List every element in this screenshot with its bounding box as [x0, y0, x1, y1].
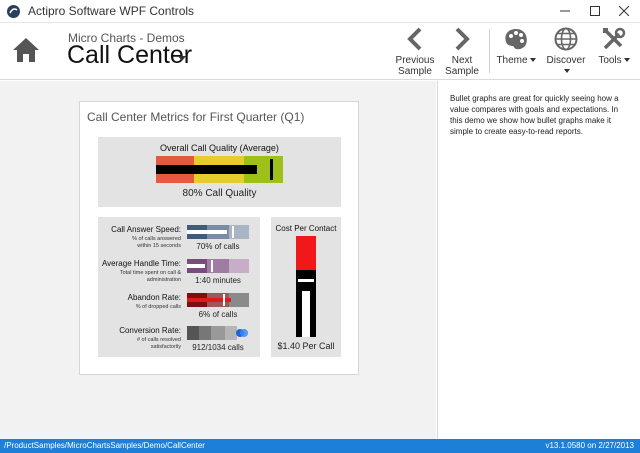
breadcrumb-dropdown-icon[interactable]: [178, 56, 186, 61]
handle-time-sub1: Total time spent on call &: [119, 270, 181, 276]
tools-label: Tools: [598, 55, 622, 66]
conversion-rate-sub2: satisfactorily: [150, 344, 181, 350]
abandon-rate-value: 6% of calls: [198, 310, 238, 319]
next-label-2: Sample: [445, 66, 479, 77]
status-version: v13.1.0580 on 2/27/2013: [545, 441, 634, 450]
handle-time-value: 1:40 minutes: [195, 276, 241, 285]
abandon-rate-sub1: % of dropped calls: [135, 304, 181, 310]
next-sample-button[interactable]: Next Sample: [443, 26, 481, 77]
abandon-rate-bullet-graph: [187, 293, 249, 307]
app-logo-icon: [7, 5, 20, 18]
arrow-right-icon: [455, 27, 470, 51]
call-answer-speed-label: Call Answer Speed:: [111, 225, 181, 234]
overall-quality-bullet-graph: [156, 156, 283, 183]
discover-button[interactable]: Discover: [543, 26, 589, 77]
window-title: Actipro Software WPF Controls: [28, 4, 195, 18]
cost-per-contact-bullet-graph: [296, 236, 316, 337]
discover-label: Discover: [546, 55, 586, 66]
close-icon: [619, 6, 629, 16]
previous-label-2: Sample: [398, 66, 432, 77]
home-icon: [13, 38, 39, 62]
conversion-rate-label-group: Conversion Rate: # of calls resolved sat…: [98, 326, 181, 356]
tools-dropdown-icon: [623, 58, 630, 63]
tools-icon: [603, 27, 626, 50]
overall-quality-panel: Overall Call Quality (Average) 80% Call …: [98, 137, 341, 207]
tools-button[interactable]: Tools: [594, 26, 634, 66]
conversion-rate-label: Conversion Rate:: [119, 326, 181, 335]
home-button[interactable]: [10, 35, 44, 67]
next-label-1: Next: [451, 55, 473, 66]
arrow-left-icon: [407, 27, 422, 51]
minimize-icon: [560, 10, 570, 12]
cost-per-contact-value: $1.40 Per Call: [277, 341, 335, 351]
handle-time-bullet-graph: [187, 259, 249, 273]
theme-label: Theme: [496, 55, 528, 66]
conversion-rate-sub1: # of calls resolved: [136, 337, 181, 343]
conversion-rate-bullet-graph: [187, 326, 248, 340]
abandon-rate-label-group: Abandon Rate: % of dropped calls: [98, 293, 181, 323]
status-path: /ProductSamples/MicroChartsSamples/Demo/…: [4, 441, 205, 450]
previous-label-1: Previous: [395, 55, 435, 66]
maximize-icon: [590, 6, 600, 16]
palette-icon: [505, 29, 527, 50]
call-answer-speed-bullet-graph: [187, 225, 249, 239]
close-button[interactable]: [609, 0, 639, 22]
overall-quality-title: Overall Call Quality (Average): [160, 143, 279, 153]
cost-per-contact-title: Cost Per Contact: [275, 224, 337, 233]
metrics-panel: Call Answer Speed: % of calls answered w…: [98, 217, 260, 357]
card-title: Call Center Metrics for First Quarter (Q…: [87, 110, 305, 124]
call-answer-speed-sub1: % of calls answered: [132, 236, 181, 242]
cost-per-contact-panel: Cost Per Contact $1.40 Per Call: [271, 217, 341, 357]
description-sidebar: Bullet graphs are great for quickly seei…: [437, 81, 640, 439]
theme-dropdown-icon: [529, 58, 536, 63]
handle-time-label-group: Average Handle Time: Total time spent on…: [98, 259, 181, 289]
globe-icon: [554, 27, 578, 51]
discover-dropdown-icon: [564, 69, 570, 74]
demo-description: Bullet graphs are great for quickly seei…: [450, 94, 619, 136]
call-answer-speed-sub2: within 15 seconds: [137, 243, 181, 249]
metrics-card: Call Center Metrics for First Quarter (Q…: [79, 101, 359, 375]
previous-sample-button[interactable]: Previous Sample: [395, 26, 435, 77]
abandon-rate-label: Abandon Rate:: [127, 293, 181, 302]
title-bar: Actipro Software WPF Controls: [0, 0, 640, 23]
theme-button[interactable]: Theme: [496, 26, 536, 66]
overall-quality-value: 80% Call Quality: [182, 188, 257, 199]
status-bar: /ProductSamples/MicroChartsSamples/Demo/…: [0, 439, 640, 453]
handle-time-label: Average Handle Time:: [101, 259, 181, 268]
breadcrumb-current[interactable]: Call Center: [67, 41, 192, 70]
call-answer-speed-value: 70% of calls: [196, 242, 240, 251]
conversion-rate-value: 912/1034 calls: [192, 343, 244, 352]
call-answer-speed-label-group: Call Answer Speed: % of calls answered w…: [98, 225, 181, 255]
ribbon-separator: [489, 29, 490, 73]
measure-bar: [156, 165, 257, 174]
handle-time-sub2: administration: [146, 277, 181, 283]
maximize-button[interactable]: [580, 0, 610, 22]
minimize-button[interactable]: [550, 0, 580, 22]
target-marker: [270, 159, 273, 180]
ribbon: Micro Charts - Demos Call Center Previou…: [0, 23, 640, 80]
